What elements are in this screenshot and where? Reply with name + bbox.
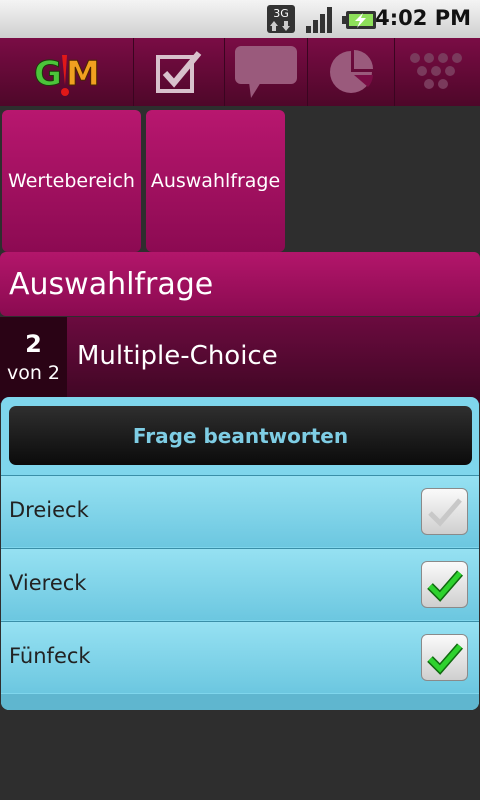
checkbox-icon — [156, 51, 202, 93]
question-total: von 2 — [6, 362, 61, 384]
app-logo[interactable]: G M — [0, 38, 134, 106]
checkmark-unchecked-icon — [427, 497, 462, 527]
panel-bottom-strip — [1, 694, 479, 710]
answer-question-button[interactable]: Frage beantworten — [9, 406, 472, 465]
question-heading: Auswahlfrage — [0, 252, 480, 316]
top-toolbar: G M — [0, 38, 480, 106]
option-label: Dreieck — [9, 498, 89, 522]
option-label: Fünfeck — [9, 644, 91, 668]
tab-questions[interactable] — [134, 38, 225, 106]
option-checkbox[interactable] — [421, 634, 468, 681]
tab-network[interactable] — [395, 38, 480, 106]
option-checkbox[interactable] — [421, 488, 468, 535]
option-row[interactable]: Fünfeck — [1, 621, 479, 693]
checkmark-checked-icon — [426, 569, 463, 602]
option-row[interactable]: Viereck — [1, 548, 479, 620]
option-checkbox[interactable] — [421, 561, 468, 608]
question-info-row: 2 von 2 Multiple-Choice — [0, 317, 480, 403]
network-icon — [409, 53, 462, 89]
tab-comments[interactable] — [225, 38, 308, 106]
pie-chart-icon — [330, 50, 373, 93]
option-row[interactable]: Dreieck — [1, 475, 479, 547]
question-number: 2 — [25, 330, 42, 358]
content-area: Wertebereich Auswahlfrage Auswahlfrage 2… — [0, 106, 480, 800]
signal-strength-icon — [306, 7, 332, 33]
svg-text:3G: 3G — [273, 7, 289, 20]
question-counter: 2 von 2 — [0, 317, 67, 403]
gm-logo-icon: G M — [33, 54, 100, 96]
tile-auswahlfrage[interactable]: Auswahlfrage — [146, 110, 285, 252]
3g-data-icon: 3G — [267, 5, 295, 33]
status-bar: 3G 4:02 PM — [0, 0, 480, 38]
speech-bubble-icon — [235, 46, 297, 98]
svg-text:M: M — [66, 54, 100, 94]
checkmark-checked-icon — [426, 642, 463, 675]
answer-panel: Frage beantworten Dreieck Viereck Fünfec… — [1, 397, 479, 710]
question-type: Multiple-Choice — [77, 341, 278, 371]
status-time: 4:02 PM — [375, 6, 471, 30]
svg-text:G: G — [34, 54, 62, 94]
tab-statistics[interactable] — [308, 38, 395, 106]
topic-tiles: Wertebereich Auswahlfrage — [0, 106, 480, 252]
option-label: Viereck — [9, 571, 87, 595]
tile-wertebereich[interactable]: Wertebereich — [2, 110, 141, 252]
battery-charging-icon — [342, 11, 376, 29]
